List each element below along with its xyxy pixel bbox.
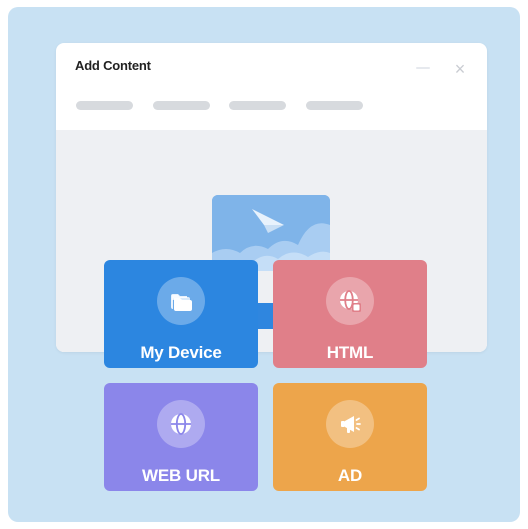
close-icon[interactable]: × — [448, 57, 472, 81]
tab-placeholder-3[interactable] — [229, 101, 286, 110]
html-globe-icon — [326, 277, 374, 325]
dialog-title: Add Content — [75, 58, 151, 73]
globe-icon — [157, 400, 205, 448]
megaphone-icon — [326, 400, 374, 448]
html-label: HTML — [326, 343, 374, 362]
ad-button[interactable]: AD — [273, 383, 427, 491]
folder-icon — [157, 277, 205, 325]
html-button[interactable]: HTML — [273, 260, 427, 368]
tab-placeholder-2[interactable] — [153, 101, 210, 110]
web-url-label: WEB URL — [142, 466, 220, 485]
ad-label: AD — [337, 466, 363, 485]
minimize-icon[interactable] — [416, 67, 430, 69]
my-device-button[interactable]: My Device — [104, 260, 258, 368]
tab-placeholder-4[interactable] — [306, 101, 363, 110]
web-url-button[interactable]: WEB URL — [104, 383, 258, 491]
my-device-label: My Device — [140, 343, 222, 362]
tab-placeholder-1[interactable] — [76, 101, 133, 110]
